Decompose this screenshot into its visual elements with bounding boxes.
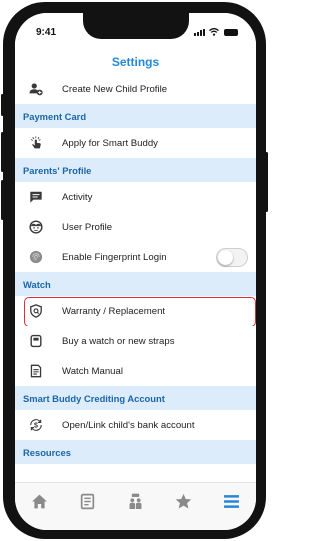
watch-icon bbox=[27, 332, 45, 350]
news-icon bbox=[80, 493, 94, 510]
apply-smart-buddy-label: Apply for Smart Buddy bbox=[62, 137, 158, 149]
home-icon bbox=[31, 494, 47, 509]
battery-icon bbox=[224, 29, 238, 36]
watch-manual-label: Watch Manual bbox=[62, 365, 123, 377]
section-resources: Resources bbox=[15, 440, 256, 464]
tab-home[interactable] bbox=[15, 483, 63, 530]
tab-kids[interactable] bbox=[111, 483, 159, 530]
tab-news[interactable] bbox=[63, 483, 111, 530]
volume-up-button bbox=[1, 132, 4, 172]
settings-list: Create New Child Profile Payment Card Ap… bbox=[15, 74, 256, 464]
section-parents-profile: Parents' Profile bbox=[15, 158, 256, 182]
section-watch: Watch bbox=[15, 272, 256, 296]
user-profile-item[interactable]: User Profile bbox=[15, 212, 256, 242]
kids-icon bbox=[129, 493, 142, 509]
user-profile-label: User Profile bbox=[62, 221, 113, 233]
activity-item[interactable]: Activity bbox=[15, 182, 256, 212]
dollar-cycle-icon: $ bbox=[27, 416, 45, 434]
activity-label: Activity bbox=[62, 191, 93, 203]
tab-favorites[interactable] bbox=[160, 483, 208, 530]
apply-smart-buddy-item[interactable]: Apply for Smart Buddy bbox=[15, 128, 256, 158]
tab-bar bbox=[15, 482, 256, 530]
fingerprint-login-label: Enable Fingerprint Login bbox=[62, 251, 167, 263]
cellular-signal-icon bbox=[194, 29, 205, 36]
add-user-icon bbox=[27, 80, 45, 98]
wifi-icon bbox=[209, 28, 219, 36]
star-icon bbox=[175, 493, 192, 509]
volume-down-button bbox=[1, 180, 4, 220]
notch bbox=[83, 13, 189, 39]
phone-frame: 9:41 Settings Create New Child Profile P… bbox=[1, 2, 268, 539]
shield-icon bbox=[27, 302, 45, 320]
tab-menu[interactable] bbox=[208, 483, 256, 530]
status-time: 9:41 bbox=[36, 27, 57, 38]
chat-bubble-icon bbox=[27, 188, 45, 206]
warranty-replacement-label: Warranty / Replacement bbox=[62, 305, 166, 317]
warranty-replacement-item[interactable]: Warranty / Replacement bbox=[15, 296, 256, 327]
create-child-profile-item[interactable]: Create New Child Profile bbox=[15, 74, 256, 104]
status-icons bbox=[194, 28, 238, 36]
bank-account-item[interactable]: $ Open/Link child's bank account bbox=[15, 410, 256, 440]
mute-switch bbox=[1, 94, 4, 116]
face-icon bbox=[27, 218, 45, 236]
fingerprint-toggle[interactable] bbox=[216, 248, 248, 267]
watch-manual-item[interactable]: Watch Manual bbox=[15, 356, 256, 386]
toggle-knob bbox=[218, 250, 233, 265]
power-button bbox=[265, 152, 268, 212]
fingerprint-login-item: Enable Fingerprint Login bbox=[15, 242, 256, 272]
buy-watch-item[interactable]: Buy a watch or new straps bbox=[15, 326, 256, 356]
document-icon bbox=[27, 362, 45, 380]
fingerprint-icon bbox=[27, 248, 45, 266]
svg-text:$: $ bbox=[34, 422, 38, 429]
create-child-profile-label: Create New Child Profile bbox=[62, 83, 168, 95]
buy-watch-label: Buy a watch or new straps bbox=[62, 335, 175, 347]
section-crediting-account: Smart Buddy Crediting Account bbox=[15, 386, 256, 410]
bank-account-label: Open/Link child's bank account bbox=[62, 419, 195, 431]
tap-hand-icon bbox=[27, 134, 45, 152]
menu-icon bbox=[224, 495, 240, 508]
phone-screen: 9:41 Settings Create New Child Profile P… bbox=[15, 13, 256, 530]
section-payment-card: Payment Card bbox=[15, 104, 256, 128]
